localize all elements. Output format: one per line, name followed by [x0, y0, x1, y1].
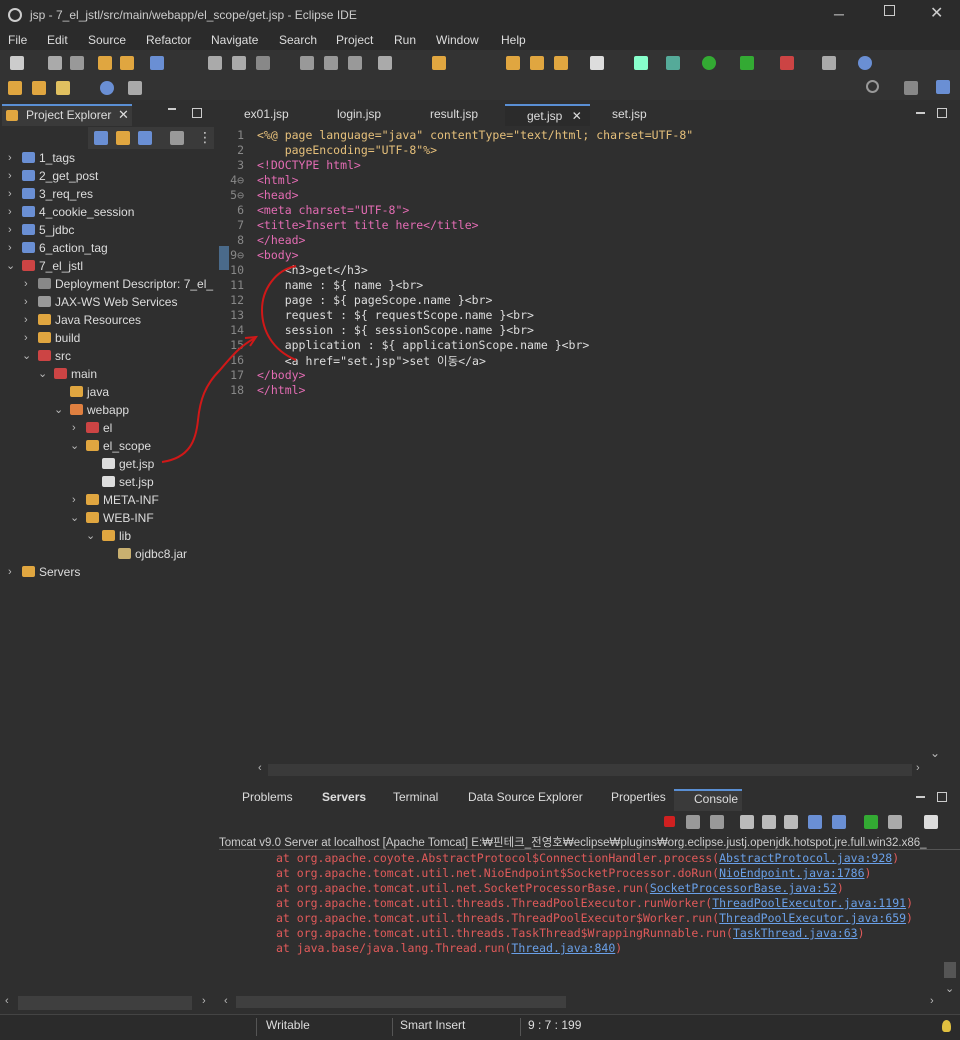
console-text: at org.apache.tomcat.util.threads.Thread…	[276, 911, 720, 925]
tab-console[interactable]: Console	[674, 789, 743, 811]
tab-label: Console	[694, 792, 739, 806]
scroll-down-icon[interactable]: ⌄	[945, 982, 954, 995]
console-text: at org.apache.coyote.AbstractProtocol$Co…	[276, 851, 720, 865]
tab-label: Data Source Explorer	[468, 790, 583, 804]
tab-problems[interactable]: Problems	[222, 789, 297, 811]
tab-properties[interactable]: Properties	[591, 789, 670, 811]
console-line: at org.apache.tomcat.util.threads.Thread…	[276, 896, 913, 910]
status-divider	[256, 1018, 257, 1036]
lightbulb-icon[interactable]	[942, 1020, 951, 1032]
console-text: at java.base/java.lang.Thread.run(	[276, 941, 512, 955]
console-line: at org.apache.tomcat.util.threads.Thread…	[276, 911, 913, 925]
status-cursor-position: 9 : 7 : 199	[528, 1018, 582, 1032]
tab-label: Properties	[611, 790, 666, 804]
console-line: at org.apache.tomcat.util.threads.TaskTh…	[276, 926, 865, 940]
console-line: at java.base/java.lang.Thread.run(Thread…	[276, 941, 622, 955]
stack-link[interactable]: NioEndpoint.java:1786	[719, 866, 864, 880]
console-toolbar	[660, 812, 960, 832]
show-console-icon[interactable]	[808, 815, 822, 829]
remove-all-icon[interactable]	[710, 815, 724, 829]
clear-console-icon[interactable]	[740, 815, 754, 829]
scroll-left-icon[interactable]: ‹	[258, 762, 262, 774]
tab-servers[interactable]: Servers	[302, 789, 370, 811]
console-text: )	[615, 941, 623, 955]
tab-label: Servers	[322, 790, 367, 804]
console-text: )	[836, 881, 844, 895]
tab-label: Problems	[242, 790, 293, 804]
status-divider	[520, 1018, 521, 1036]
scroll-right-icon[interactable]: ›	[916, 762, 920, 774]
stack-link[interactable]: SocketProcessorBase.java:52	[650, 881, 837, 895]
scroll-lock-icon[interactable]	[762, 815, 776, 829]
tab-label: Terminal	[393, 790, 439, 804]
status-bar: Writable Smart Insert 9 : 7 : 199	[0, 1014, 960, 1040]
console-text: at org.apache.tomcat.util.net.SocketProc…	[276, 881, 650, 895]
stack-link[interactable]: TaskThread.java:63	[733, 926, 858, 940]
stack-link[interactable]: AbstractProtocol.java:928	[719, 851, 892, 865]
stack-link[interactable]: Thread.java:840	[511, 941, 615, 955]
new-console-icon[interactable]	[924, 815, 938, 829]
stack-link[interactable]: ThreadPoolExecutor.java:659	[719, 911, 906, 925]
remove-launch-icon[interactable]	[686, 815, 700, 829]
word-wrap-icon[interactable]	[784, 815, 798, 829]
console-text: )	[864, 866, 872, 880]
display-console-icon[interactable]	[864, 815, 878, 829]
scroll-left-icon[interactable]: ‹	[224, 995, 228, 1007]
pin-console-icon[interactable]	[832, 815, 846, 829]
panel-minimize-icon[interactable]	[916, 796, 925, 798]
tab-terminal[interactable]: Terminal	[373, 789, 442, 811]
status-insert-mode[interactable]: Smart Insert	[400, 1018, 465, 1032]
status-writable: Writable	[266, 1018, 310, 1032]
console-text: )	[857, 926, 865, 940]
console-vertical-scrollbar-thumb[interactable]	[944, 962, 956, 978]
console-header: Tomcat v9.0 Server at localhost [Apache …	[219, 834, 960, 850]
console-line: at org.apache.tomcat.util.net.NioEndpoin…	[276, 866, 871, 880]
status-divider	[392, 1018, 393, 1036]
console-line: at org.apache.tomcat.util.net.SocketProc…	[276, 881, 844, 895]
editor-horizontal-scrollbar[interactable]	[268, 764, 912, 776]
console-text: )	[906, 896, 913, 910]
open-console-icon[interactable]	[888, 815, 902, 829]
console-text: at org.apache.tomcat.util.threads.Thread…	[276, 896, 713, 910]
tab-data-source-explorer[interactable]: Data Source Explorer	[448, 789, 587, 811]
terminate-icon[interactable]	[664, 816, 675, 827]
console-text: )	[892, 851, 900, 865]
console-line: at org.apache.coyote.AbstractProtocol$Co…	[276, 851, 899, 865]
console-text: )	[906, 911, 913, 925]
scroll-right-icon[interactable]: ›	[930, 995, 934, 1007]
console-text: at org.apache.tomcat.util.net.NioEndpoin…	[276, 866, 720, 880]
console-text: at org.apache.tomcat.util.threads.TaskTh…	[276, 926, 733, 940]
console-horizontal-scrollbar[interactable]	[236, 996, 566, 1008]
panel-maximize-icon[interactable]	[937, 792, 947, 802]
stack-link[interactable]: ThreadPoolExecutor.java:1191	[712, 896, 906, 910]
